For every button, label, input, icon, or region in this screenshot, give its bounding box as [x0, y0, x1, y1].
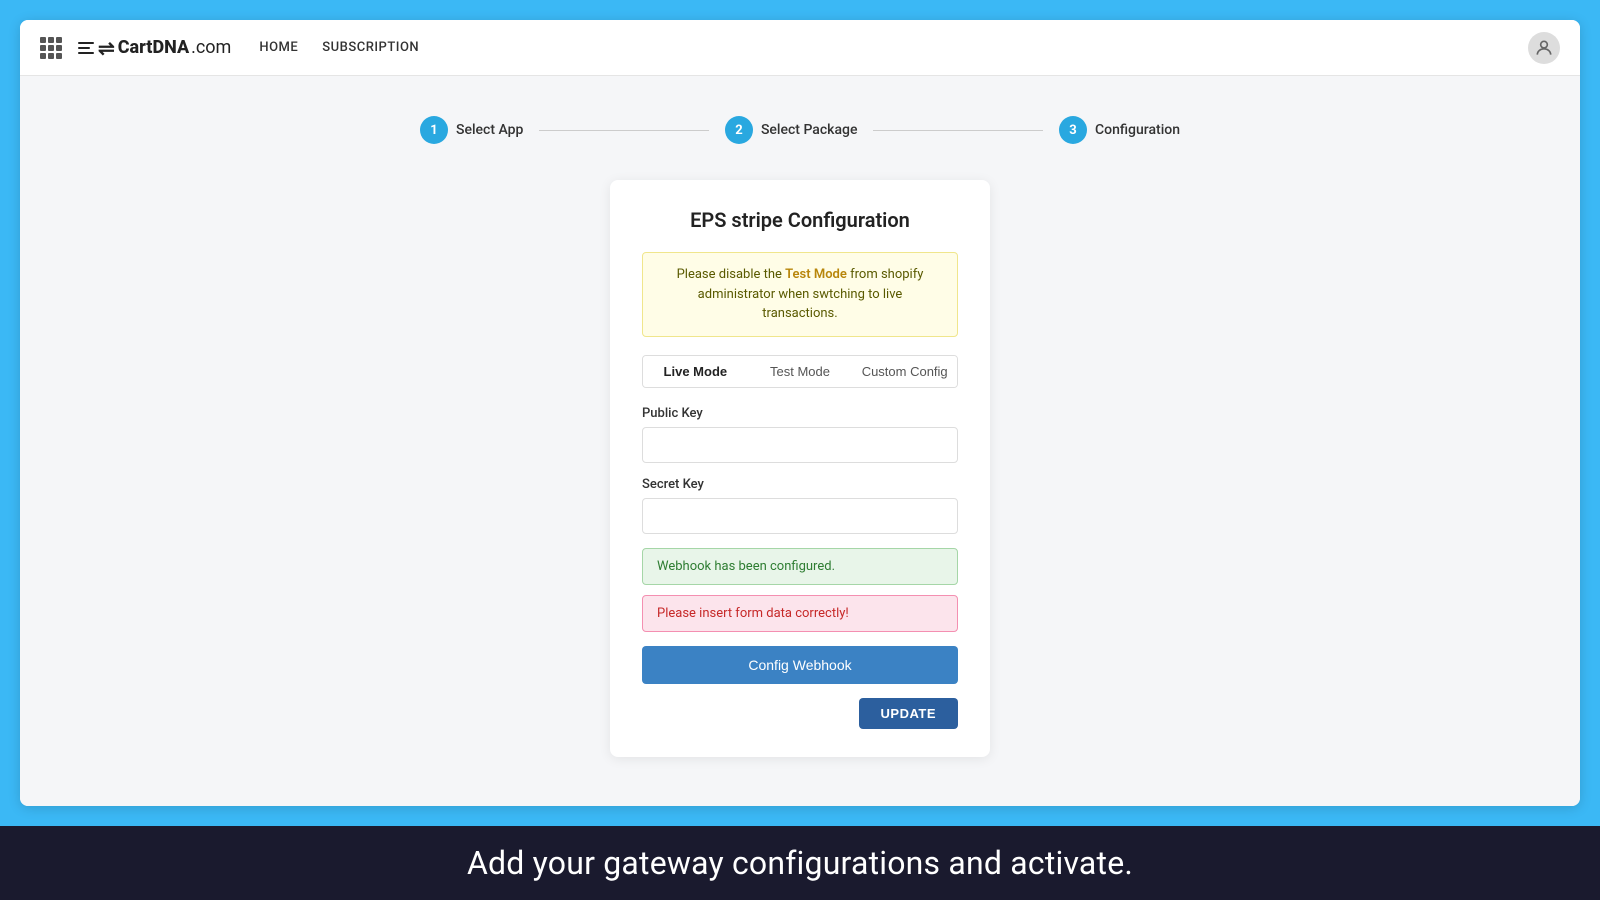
step-line-2	[873, 130, 1043, 131]
step-3-label: Configuration	[1095, 122, 1180, 138]
error-message: Please insert form data correctly!	[642, 595, 958, 632]
navbar: ⇌ CartDNA .com HOME SUBSCRIPTION	[20, 20, 1580, 76]
step-1: 1 Select App	[420, 116, 523, 144]
grid-icon[interactable]	[40, 37, 62, 59]
card-title: EPS stripe Configuration	[642, 208, 958, 232]
success-message: Webhook has been configured.	[642, 548, 958, 585]
warning-text-2: from shopify	[847, 267, 923, 282]
cart-icon: ⇌	[98, 36, 115, 60]
browser-frame: ⇌ CartDNA .com HOME SUBSCRIPTION 1 Selec…	[20, 20, 1580, 806]
logo-lines-icon	[78, 42, 94, 54]
step-2-circle: 2	[725, 116, 753, 144]
public-key-label: Public Key	[642, 406, 958, 421]
logo: ⇌ CartDNA .com	[78, 36, 231, 60]
warning-banner: Please disable the Test Mode from shopif…	[642, 252, 958, 337]
bottom-caption: Add your gateway configurations and acti…	[0, 826, 1600, 900]
configuration-card: EPS stripe Configuration Please disable …	[610, 180, 990, 757]
main-content: 1 Select App 2 Select Package 3 Configur…	[20, 76, 1580, 806]
secret-key-label: Secret Key	[642, 477, 958, 492]
step-1-circle: 1	[420, 116, 448, 144]
button-row: UPDATE	[642, 698, 958, 729]
nav-subscription[interactable]: SUBSCRIPTION	[322, 40, 419, 55]
tab-test-mode[interactable]: Test Mode	[748, 356, 853, 387]
config-webhook-button[interactable]: Config Webhook	[642, 646, 958, 684]
stepper: 1 Select App 2 Select Package 3 Configur…	[420, 116, 1180, 144]
step-line-1	[539, 130, 709, 131]
brand-name: CartDNA	[118, 37, 189, 58]
secret-key-input[interactable]	[642, 498, 958, 534]
avatar[interactable]	[1528, 32, 1560, 64]
step-3-circle: 3	[1059, 116, 1087, 144]
step-1-label: Select App	[456, 122, 523, 138]
tab-live-mode[interactable]: Live Mode	[643, 356, 748, 387]
nav-home[interactable]: HOME	[259, 40, 298, 55]
update-button[interactable]: UPDATE	[859, 698, 958, 729]
public-key-input[interactable]	[642, 427, 958, 463]
tab-custom-config[interactable]: Custom Config	[852, 356, 957, 387]
secret-key-field-group: Secret Key	[642, 477, 958, 548]
warning-text-1: Please disable the	[677, 267, 786, 282]
step-3: 3 Configuration	[1059, 116, 1180, 144]
public-key-field-group: Public Key	[642, 406, 958, 477]
step-2-label: Select Package	[761, 122, 858, 138]
step-2: 2 Select Package	[725, 116, 858, 144]
warning-text-3: administrator when swtching to live tran…	[698, 287, 903, 322]
mode-tabs: Live Mode Test Mode Custom Config	[642, 355, 958, 388]
brand-domain: .com	[191, 37, 231, 58]
warning-highlight: Test Mode	[785, 267, 847, 282]
nav-links: HOME SUBSCRIPTION	[259, 40, 419, 55]
